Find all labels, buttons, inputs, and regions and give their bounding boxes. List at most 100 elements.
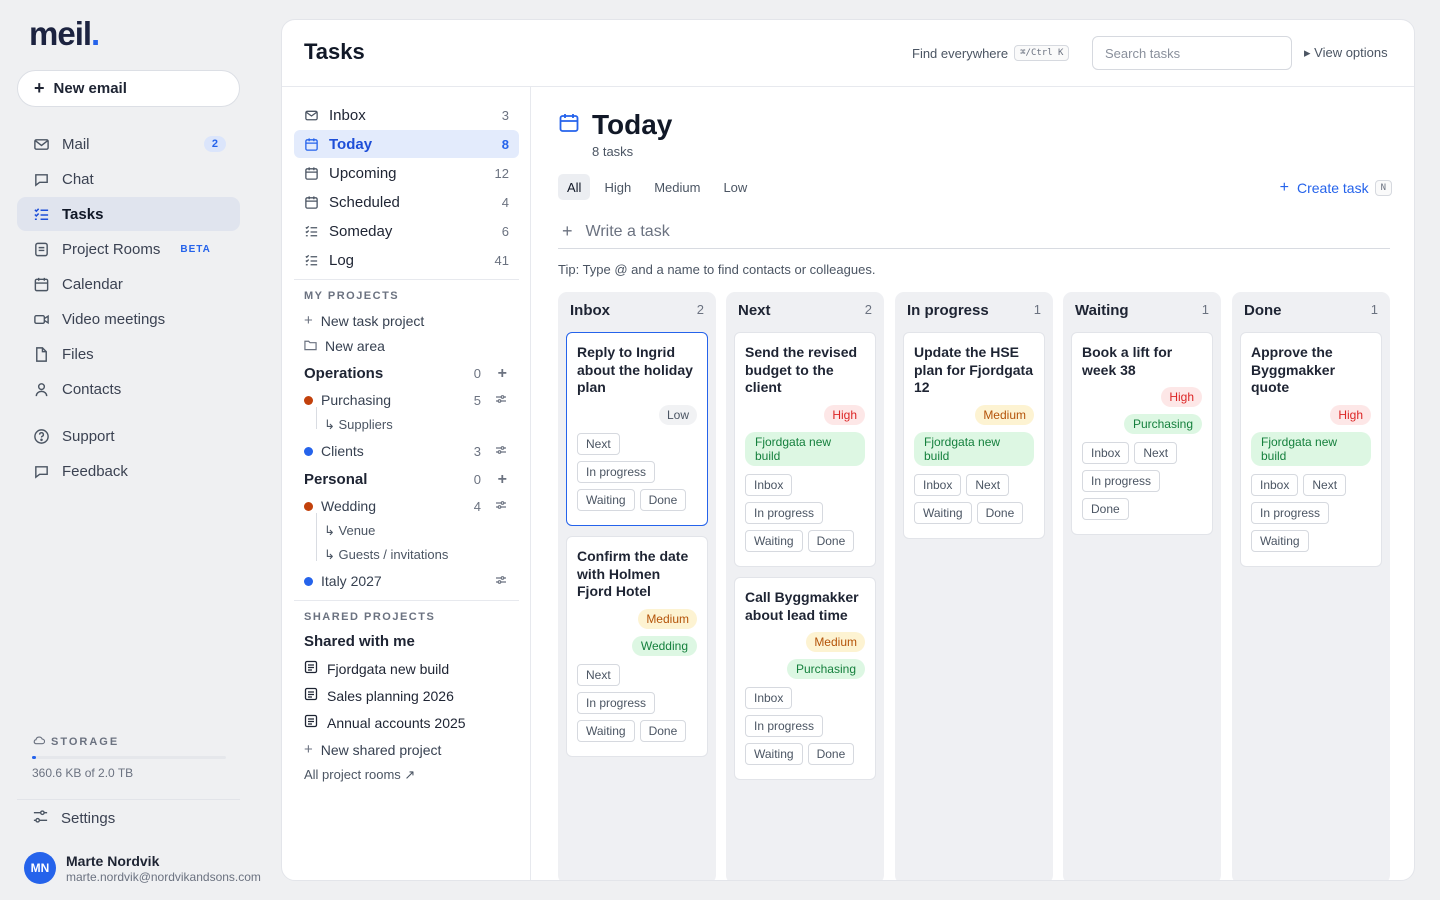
move-to-waiting-button[interactable]: Waiting	[914, 501, 972, 524]
nav-item-files[interactable]: Files	[17, 337, 240, 371]
all-project-rooms-link[interactable]: All project rooms ↗	[304, 767, 415, 783]
move-actions: Inbox Next Waiting Done	[914, 473, 1034, 530]
move-to-inbox-button[interactable]: Inbox	[745, 473, 793, 496]
write-task-input[interactable]: + Write a task	[558, 215, 1390, 249]
project-settings-icon[interactable]	[495, 497, 507, 515]
nav-item-chat[interactable]: Chat	[17, 162, 240, 196]
move-to-in-progress-button[interactable]: In progress	[1251, 501, 1330, 524]
project-settings-icon[interactable]	[495, 391, 507, 409]
filter-low[interactable]: Low	[714, 174, 756, 200]
search-input[interactable]	[1092, 36, 1292, 70]
subproject-suppliers[interactable]: ↳ Suppliers	[324, 417, 393, 433]
filter-medium[interactable]: Medium	[645, 174, 709, 200]
move-to-inbox-button[interactable]: Inbox	[1251, 473, 1299, 496]
new-task-project-link[interactable]: + New task project	[304, 312, 511, 329]
task-title[interactable]: Confirm the date with Holmen Fjord Hotel	[577, 548, 697, 601]
move-to-in-progress-button[interactable]: In progress	[1082, 470, 1161, 492]
project-purchasing[interactable]: Purchasing 5	[304, 392, 511, 408]
move-to-next-button[interactable]: Next	[966, 473, 1010, 496]
area-personal[interactable]: Personal 0 +	[304, 471, 511, 489]
nav-item-contacts[interactable]: Contacts	[17, 372, 240, 406]
new-shared-project-link[interactable]: + New shared project	[304, 741, 511, 758]
move-to-in-progress-button[interactable]: In progress	[745, 501, 824, 524]
filter-high[interactable]: High	[595, 174, 640, 200]
list-item-upcoming[interactable]: Upcoming 12	[294, 159, 519, 187]
move-to-next-button[interactable]: Next	[1303, 473, 1347, 496]
new-area-link[interactable]: New area	[304, 338, 511, 354]
user-profile[interactable]: MN Marte Nordvik marte.nordvik@nordvikan…	[24, 852, 261, 884]
move-to-next-button[interactable]: Next	[577, 663, 620, 686]
task-title[interactable]: Update the HSE plan for Fjordgata 12	[914, 344, 1034, 397]
task-title[interactable]: Reply to Ingrid about the holiday plan	[577, 344, 697, 397]
project-rooms-icon	[32, 240, 50, 258]
move-to-next-button[interactable]: Next	[1134, 442, 1178, 464]
project-wedding[interactable]: Wedding 4	[304, 498, 511, 514]
nav-item-video-meetings[interactable]: Video meetings	[17, 302, 240, 336]
priority-badge: Medium	[975, 404, 1034, 425]
shared-project-item[interactable]: Annual accounts 2025	[304, 714, 466, 731]
project-italy-2027[interactable]: Italy 2027	[304, 573, 511, 589]
project-clients[interactable]: Clients 3	[304, 443, 511, 459]
add-project-icon[interactable]: +	[498, 471, 507, 489]
priority-row: Medium	[745, 632, 865, 652]
logo[interactable]: meil.	[29, 15, 100, 53]
filter-all[interactable]: All	[558, 174, 591, 200]
move-to-in-progress-button[interactable]: In progress	[577, 691, 656, 714]
move-to-done-button[interactable]: Done	[639, 488, 687, 511]
task-title[interactable]: Approve the Byggmakker quote	[1251, 344, 1371, 397]
move-to-waiting-button[interactable]: Waiting	[1251, 529, 1309, 552]
subproject-venue[interactable]: ↳ Venue	[324, 523, 375, 539]
move-to-done-button[interactable]: Done	[807, 743, 855, 765]
create-task-button[interactable]: + Create task N	[1280, 179, 1392, 197]
task-card[interactable]: Confirm the date with Holmen Fjord Hotel…	[566, 536, 708, 757]
task-card[interactable]: Book a lift for week 38 High Purchasing Inb…	[1071, 332, 1213, 535]
project-settings-icon[interactable]	[495, 572, 507, 590]
settings-button[interactable]: Settings	[32, 808, 115, 829]
task-title[interactable]: Call Byggmakker about lead time	[745, 589, 865, 624]
move-to-inbox-button[interactable]: Inbox	[1082, 442, 1130, 464]
list-item-log[interactable]: Log 41	[294, 246, 519, 274]
video-icon	[32, 310, 50, 328]
nav-item-mail[interactable]: Mail 2	[17, 127, 240, 161]
nav-item-feedback[interactable]: Feedback	[17, 454, 240, 488]
task-card[interactable]: Approve the Byggmakker quote High Fjordgat…	[1240, 332, 1382, 567]
subproject-guests-invitations[interactable]: ↳ Guests / invitations	[324, 547, 448, 563]
move-to-waiting-button[interactable]: Waiting	[577, 488, 635, 511]
area-operations[interactable]: Operations 0 +	[304, 365, 511, 383]
shared-project-item[interactable]: Fjordgata new build	[304, 660, 449, 677]
nav-item-tasks[interactable]: Tasks	[17, 197, 240, 231]
find-everywhere[interactable]: Find everywhere ⌘/Ctrl K	[912, 45, 1070, 61]
nav-item-calendar[interactable]: Calendar	[17, 267, 240, 301]
task-card[interactable]: Reply to Ingrid about the holiday plan Lo…	[566, 332, 708, 526]
list-item-today[interactable]: Today 8	[294, 130, 519, 158]
task-card[interactable]: Update the HSE plan for Fjordgata 12 Medi…	[903, 332, 1045, 539]
project-settings-icon[interactable]	[495, 442, 507, 460]
nav-item-project-rooms[interactable]: Project Rooms BETA	[17, 232, 240, 266]
move-to-done-button[interactable]: Done	[976, 501, 1024, 524]
move-to-waiting-button[interactable]: Waiting	[577, 719, 635, 742]
move-to-done-button[interactable]: Done	[807, 529, 855, 552]
list-item-scheduled[interactable]: Scheduled 4	[294, 188, 519, 216]
new-email-button[interactable]: + New email	[17, 70, 240, 107]
move-to-waiting-button[interactable]: Waiting	[745, 743, 803, 765]
nav-item-support[interactable]: Support	[17, 419, 240, 453]
move-to-waiting-button[interactable]: Waiting	[745, 529, 803, 552]
task-title[interactable]: Send the revised budget to the client	[745, 344, 865, 397]
move-to-in-progress-button[interactable]: In progress	[577, 460, 656, 483]
move-to-inbox-button[interactable]: Inbox	[914, 473, 962, 496]
move-to-inbox-button[interactable]: Inbox	[745, 687, 793, 709]
task-card[interactable]: Call Byggmakker about lead time Medium Pur…	[734, 577, 876, 780]
list-item-inbox[interactable]: Inbox 3	[294, 101, 519, 129]
project-badge: Purchasing	[1123, 414, 1202, 434]
list-item-someday[interactable]: Someday 6	[294, 217, 519, 245]
shared-project-item[interactable]: Sales planning 2026	[304, 687, 454, 704]
move-actions: Inbox Next In progress Waiting	[1251, 473, 1371, 558]
move-to-in-progress-button[interactable]: In progress	[745, 715, 824, 737]
task-title[interactable]: Book a lift for week 38	[1082, 344, 1202, 379]
task-card[interactable]: Send the revised budget to the client Hig…	[734, 332, 876, 567]
move-to-next-button[interactable]: Next	[577, 432, 620, 455]
view-options-button[interactable]: ▸ View options	[1304, 45, 1388, 61]
add-project-icon[interactable]: +	[498, 365, 507, 383]
move-to-done-button[interactable]: Done	[639, 719, 687, 742]
move-to-done-button[interactable]: Done	[1082, 498, 1129, 520]
